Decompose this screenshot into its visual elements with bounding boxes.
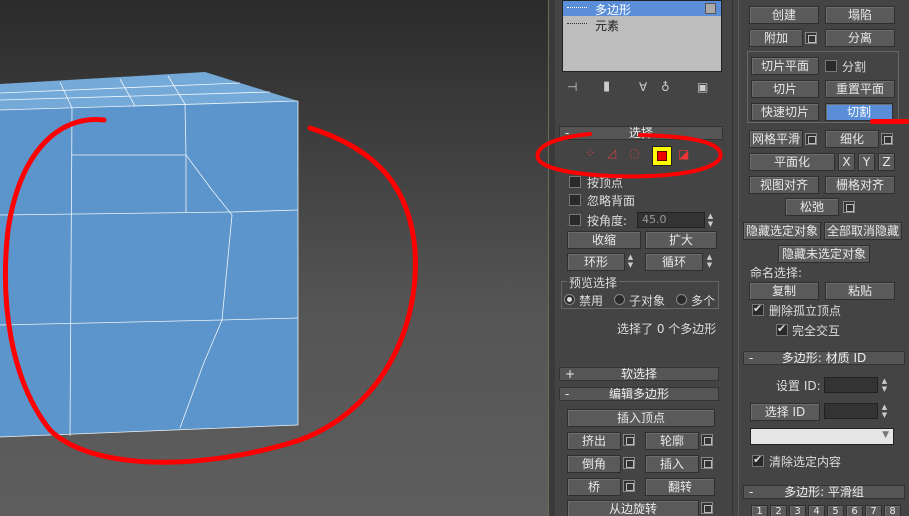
ring-button[interactable]: 环形 bbox=[567, 253, 625, 271]
material-name-dropdown[interactable]: ▼ bbox=[750, 428, 894, 445]
viewport[interactable] bbox=[0, 0, 548, 516]
set-id-spinner[interactable]: ▲ ▼ bbox=[880, 377, 889, 393]
grid-align-button[interactable]: 栅格对齐 bbox=[825, 176, 895, 194]
shrink-button[interactable]: 收缩 bbox=[567, 231, 641, 249]
ignore-backfacing-checkbox[interactable] bbox=[569, 194, 581, 206]
create-button[interactable]: 创建 bbox=[749, 6, 819, 24]
by-angle-checkbox[interactable] bbox=[569, 214, 581, 226]
smoothing-group-3[interactable]: 3 bbox=[789, 505, 806, 516]
paste-button[interactable]: 粘贴 bbox=[825, 282, 895, 300]
detach-button[interactable]: 分离 bbox=[825, 29, 895, 47]
reset-plane-button[interactable]: 重置平面 bbox=[825, 80, 895, 98]
full-interactivity-checkbox[interactable] bbox=[776, 322, 788, 336]
smoothing-group-5[interactable]: 5 bbox=[827, 505, 844, 516]
stack-item-polygon[interactable]: 多边形 bbox=[563, 1, 721, 17]
hinge-from-edge-button[interactable]: 从边旋转 bbox=[567, 500, 699, 516]
pin-stack-icon[interactable]: ⊣ bbox=[567, 80, 577, 94]
insert-vertex-button[interactable]: 插入顶点 bbox=[567, 409, 715, 427]
relax-settings-icon[interactable] bbox=[843, 201, 855, 213]
hinge-settings-icon[interactable] bbox=[701, 502, 713, 514]
show-end-result-icon[interactable]: ▮ bbox=[603, 79, 610, 94]
tessellate-settings-icon[interactable] bbox=[881, 133, 893, 145]
collapse-button[interactable]: 塌陷 bbox=[825, 6, 895, 24]
quickslice-button[interactable]: 快速切片 bbox=[751, 103, 819, 121]
slice-plane-button[interactable]: 切片平面 bbox=[751, 57, 819, 75]
extrude-settings-icon[interactable] bbox=[623, 434, 635, 446]
bridge-settings-icon[interactable] bbox=[623, 480, 635, 492]
flip-button[interactable]: 翻转 bbox=[645, 478, 715, 496]
cube-mesh bbox=[0, 72, 418, 465]
meshsmooth-settings-icon[interactable] bbox=[805, 133, 817, 145]
preview-off-radio[interactable] bbox=[564, 294, 575, 305]
smoothing-group-8[interactable]: 8 bbox=[884, 505, 901, 516]
bevel-button[interactable]: 倒角 bbox=[567, 455, 621, 473]
select-id-input[interactable] bbox=[824, 403, 878, 419]
bridge-button[interactable]: 桥 bbox=[567, 478, 621, 496]
modify-panel-left: 多边形 元素 ⊣ ▮ ∀ ♁ ▣ - 选择 ⁘ ◿ ◌ ◪ 按顶点 忽略背面 按… bbox=[535, 0, 732, 516]
material-ids-rollout-header[interactable]: - 多边形: 材质 ID bbox=[743, 351, 905, 365]
extrude-button[interactable]: 挤出 bbox=[567, 432, 621, 450]
annotation-ellipse bbox=[535, 132, 723, 179]
viewport-border bbox=[548, 0, 555, 516]
smoothing-group-7[interactable]: 7 bbox=[865, 505, 882, 516]
smoothing-group-2[interactable]: 2 bbox=[770, 505, 787, 516]
planar-z-button[interactable]: Z bbox=[878, 153, 895, 171]
stack-item-icon bbox=[705, 3, 716, 14]
angle-input[interactable]: 45.0 bbox=[637, 212, 705, 228]
stack-item-element[interactable]: 元素 bbox=[563, 16, 721, 33]
outline-button[interactable]: 轮廓 bbox=[645, 432, 699, 450]
make-unique-icon[interactable]: ∀ bbox=[639, 80, 647, 94]
preview-multiple-radio[interactable] bbox=[676, 294, 687, 305]
planar-y-button[interactable]: Y bbox=[858, 153, 875, 171]
delete-isolated-vertices-checkbox[interactable] bbox=[752, 302, 764, 316]
set-id-input[interactable] bbox=[824, 377, 878, 393]
preview-subobject-radio[interactable] bbox=[614, 294, 625, 305]
smoothing-group-4[interactable]: 4 bbox=[808, 505, 825, 516]
bevel-settings-icon[interactable] bbox=[623, 457, 635, 469]
planar-x-button[interactable]: X bbox=[838, 153, 855, 171]
grow-button[interactable]: 扩大 bbox=[645, 231, 717, 249]
meshsmooth-button[interactable]: 网格平滑 bbox=[749, 130, 803, 148]
make-planar-button[interactable]: 平面化 bbox=[749, 153, 835, 171]
configure-modifier-sets-icon[interactable]: ▣ bbox=[697, 80, 708, 94]
modifier-stack-list[interactable]: 多边形 元素 bbox=[562, 0, 722, 72]
copy-button[interactable]: 复制 bbox=[749, 282, 819, 300]
select-id-spinner[interactable]: ▲ ▼ bbox=[880, 403, 889, 419]
hide-unselected-button[interactable]: 隐藏未选定对象 bbox=[778, 245, 870, 263]
relax-button[interactable]: 松弛 bbox=[785, 198, 839, 216]
cube-front-face bbox=[0, 101, 298, 437]
split-checkbox[interactable] bbox=[825, 60, 837, 72]
attach-list-icon[interactable] bbox=[805, 32, 817, 44]
angle-spinner[interactable]: ▲ ▼ bbox=[706, 212, 715, 228]
smoothing-groups-rollout-header[interactable]: - 多边形: 平滑组 bbox=[743, 485, 905, 499]
select-id-button[interactable]: 选择 ID bbox=[750, 403, 820, 421]
inset-button[interactable]: 插入 bbox=[645, 455, 699, 473]
remove-modifier-icon[interactable]: ♁ bbox=[661, 80, 670, 94]
attach-button[interactable]: 附加 bbox=[749, 29, 803, 47]
chevron-down-icon: ▼ bbox=[882, 430, 889, 440]
clear-selection-checkbox[interactable] bbox=[752, 453, 764, 467]
annotation-mark bbox=[870, 119, 909, 124]
soft-selection-rollout-header[interactable]: + 软选择 bbox=[559, 367, 719, 381]
tessellate-button[interactable]: 细化 bbox=[825, 130, 879, 148]
smoothing-group-buttons: 1 2 3 4 5 6 7 8 bbox=[751, 505, 906, 516]
loop-spinner[interactable]: ▲ ▼ bbox=[705, 253, 714, 269]
loop-button[interactable]: 循环 bbox=[645, 253, 703, 271]
stack-toolbar: ⊣ ▮ ∀ ♁ ▣ bbox=[567, 79, 717, 96]
edit-polygons-rollout-header[interactable]: - 编辑多边形 bbox=[559, 387, 719, 401]
modify-panel-right: 创建 塌陷 附加 分离 切片平面 分割 切片 重置平面 快速切片 切割 网格平滑… bbox=[740, 0, 909, 516]
hide-selected-button[interactable]: 隐藏选定对象 bbox=[743, 222, 821, 240]
unhide-all-button[interactable]: 全部取消隐藏 bbox=[824, 222, 902, 240]
smoothing-group-1[interactable]: 1 bbox=[751, 505, 768, 516]
inset-settings-icon[interactable] bbox=[701, 457, 713, 469]
smoothing-group-6[interactable]: 6 bbox=[846, 505, 863, 516]
ring-spinner[interactable]: ▲ ▼ bbox=[626, 253, 635, 269]
selection-status: 选择了 0 个多边形 bbox=[617, 322, 717, 336]
slice-button[interactable]: 切片 bbox=[751, 80, 819, 98]
outline-settings-icon[interactable] bbox=[701, 434, 713, 446]
view-align-button[interactable]: 视图对齐 bbox=[749, 176, 819, 194]
